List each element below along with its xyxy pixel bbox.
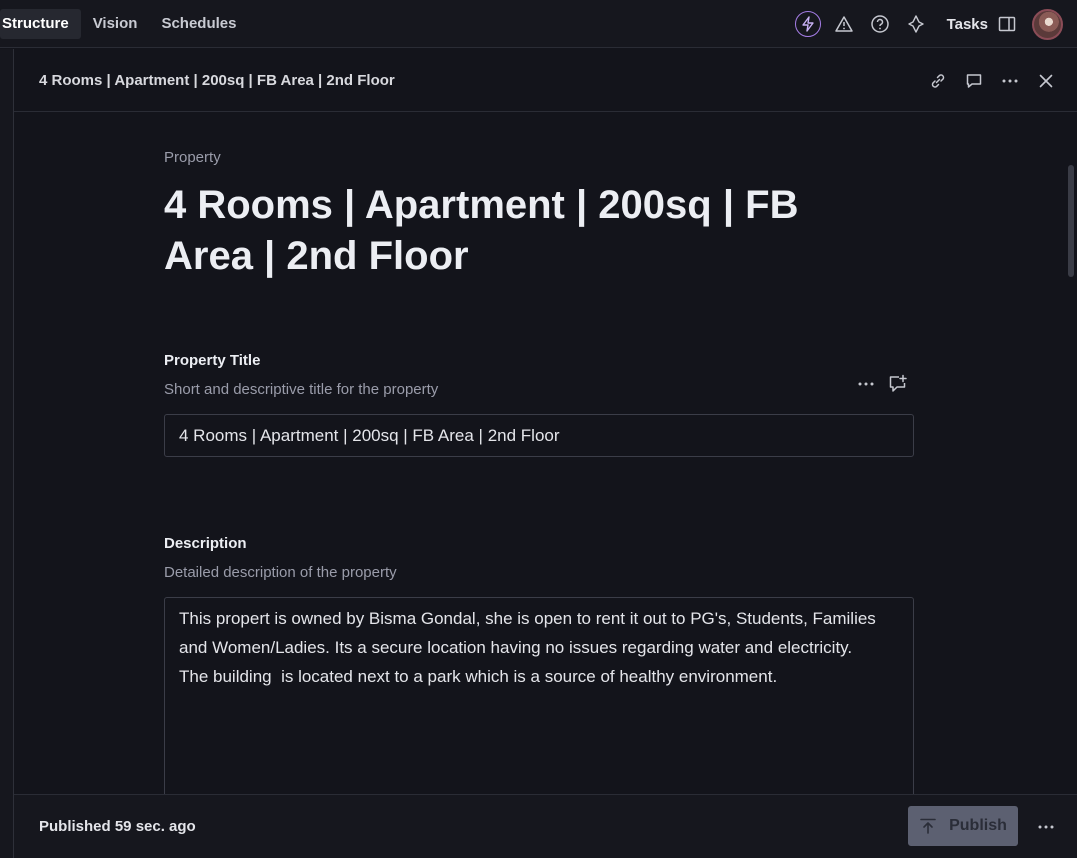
community-icon[interactable] <box>903 11 929 37</box>
description-textarea[interactable]: This propert is owned by Bisma Gondal, s… <box>164 597 914 797</box>
bolt-icon[interactable] <box>794 11 821 37</box>
description-label: Description <box>164 535 247 552</box>
add-comment-icon[interactable] <box>886 372 910 396</box>
property-title-description: Short and descriptive title for the prop… <box>164 381 439 398</box>
panel-toggle-icon <box>994 11 1020 37</box>
publish-label: Publish <box>949 817 1007 834</box>
help-icon[interactable] <box>867 11 893 37</box>
comment-icon[interactable] <box>961 68 987 94</box>
tab-structure[interactable]: Structure <box>0 8 81 39</box>
left-rail <box>0 49 14 858</box>
top-actions: Tasks <box>785 0 1077 48</box>
footer-more-icon[interactable] <box>1033 814 1059 840</box>
field-more-icon[interactable] <box>854 372 878 396</box>
publish-button[interactable]: Publish <box>908 806 1018 846</box>
document-type-label: Property <box>164 149 221 166</box>
top-bar: Structure Vision Schedules Tasks <box>0 0 1077 48</box>
property-title-label: Property Title <box>164 352 261 369</box>
close-icon[interactable] <box>1033 68 1059 94</box>
tasks-toggle[interactable]: Tasks <box>947 11 1020 37</box>
document-title: 4 Rooms | Apartment | 200sq | FB Area | … <box>164 183 799 278</box>
panel-header: 4 Rooms | Apartment | 200sq | FB Area | … <box>14 49 1077 112</box>
property-title-input[interactable]: 4 Rooms | Apartment | 200sq | FB Area | … <box>164 414 914 457</box>
description-field: Description Detailed description of the … <box>164 535 914 797</box>
document-content: Property 4 Rooms | Apartment | 200sq | F… <box>164 112 914 797</box>
main-nav: Structure Vision Schedules <box>0 0 248 47</box>
tasks-label: Tasks <box>946 15 988 33</box>
warning-icon[interactable] <box>831 11 857 37</box>
description-help-text: Detailed description of the property <box>164 564 397 581</box>
panel-title: 4 Rooms | Apartment | 200sq | FB Area | … <box>39 71 395 89</box>
scrollbar-thumb[interactable] <box>1068 165 1074 277</box>
property-title-field: Property Title Short and descriptive tit… <box>164 352 914 457</box>
user-avatar[interactable] <box>1032 8 1063 40</box>
tab-schedules[interactable]: Schedules <box>149 9 248 39</box>
publish-status: Published 59 sec. ago <box>39 818 196 835</box>
publish-icon <box>919 817 937 835</box>
document-panel: 4 Rooms | Apartment | 200sq | FB Area | … <box>14 49 1077 858</box>
panel-header-actions <box>915 49 1059 112</box>
document-footer: Published 59 sec. ago Publish <box>14 794 1077 858</box>
link-icon[interactable] <box>925 68 951 94</box>
tab-vision[interactable]: Vision <box>81 9 150 39</box>
property-title-actions <box>846 372 910 396</box>
more-icon[interactable] <box>997 68 1023 94</box>
